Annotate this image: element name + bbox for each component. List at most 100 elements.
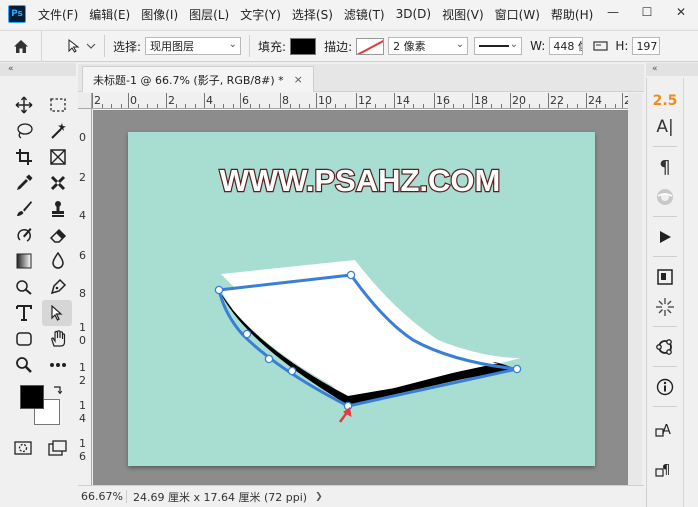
close-tab-icon[interactable]: × [294, 73, 303, 86]
eyedropper-tool[interactable] [12, 172, 36, 194]
horizontal-ruler[interactable]: 20246810121416182022242 [92, 93, 628, 109]
anchor-point[interactable] [242, 329, 252, 339]
ruler-origin[interactable] [78, 93, 92, 109]
home-button[interactable] [0, 30, 42, 62]
chevron-down-icon: ⌄ [455, 39, 465, 50]
crop-tool[interactable] [12, 146, 36, 168]
document-info: 24.69 厘米 x 17.64 厘米 (72 ppi) [133, 490, 308, 504]
ruler-tick [137, 104, 139, 108]
ruler-tick [557, 104, 559, 108]
minimize-button[interactable]: — [596, 0, 630, 24]
panel-scrollbar[interactable] [683, 78, 698, 507]
zoom-tool[interactable] [12, 354, 36, 376]
info-panel-button[interactable] [647, 374, 683, 400]
paragraph-styles-button[interactable]: ¶ [647, 456, 683, 482]
menu-window[interactable]: 窗口(W) [495, 6, 540, 23]
swap-colors-icon[interactable] [52, 385, 62, 395]
vertical-ruler[interactable]: 0 2 4 6 8 1 0 1 2 1 4 1 6 [78, 109, 92, 485]
stroke-type-dropdown[interactable]: ⌄ [474, 37, 523, 55]
document-canvas[interactable]: WWW.PSAHZ.COM [93, 110, 628, 485]
menu-select[interactable]: 选择(S) [292, 6, 333, 23]
maximize-button[interactable]: ☐ [630, 0, 664, 24]
status-arrow-icon[interactable]: ❯ [315, 492, 323, 502]
libraries-panel-button[interactable] [647, 264, 683, 290]
stroke-label: 描边: [324, 39, 353, 54]
select-dropdown[interactable]: 现用图层 ⌄ [145, 37, 242, 55]
character-panel-button[interactable]: A| [647, 114, 683, 140]
menu-type[interactable]: 文字(Y) [240, 6, 281, 23]
ruler-tick [576, 104, 578, 108]
paths-panel-button[interactable] [647, 334, 683, 360]
pen-tool[interactable] [46, 276, 70, 298]
ruler-tick [280, 93, 281, 108]
menu-3d[interactable]: 3D(D) [396, 7, 431, 21]
canvas-workspace[interactable]: WWW.PSAHZ.COM [93, 110, 628, 485]
actions-panel-button[interactable] [647, 224, 683, 250]
glyph-panel-button[interactable] [647, 184, 683, 210]
zoom-level[interactable]: 66.67% [81, 490, 127, 503]
path-selection-tool[interactable] [42, 300, 72, 326]
move-tool[interactable] [12, 94, 36, 116]
stroke-width-dropdown[interactable]: 2 像素 ⌄ [388, 37, 469, 55]
gradient-tool[interactable] [12, 250, 36, 272]
brush-tool[interactable] [12, 198, 36, 220]
status-bar: 66.67% 24.69 厘米 x 17.64 厘米 (72 ppi) ❯ [78, 485, 644, 507]
ruler-tick-label: 2 [79, 171, 86, 184]
info-icon [656, 378, 674, 396]
eraser-tool[interactable] [46, 224, 70, 246]
menu-image[interactable]: 图像(I) [141, 6, 178, 23]
anchor-point[interactable] [287, 366, 297, 376]
frame-tool[interactable] [46, 146, 70, 168]
close-button[interactable]: ✕ [664, 0, 698, 24]
adjustments-panel-button[interactable] [647, 294, 683, 320]
library-icon [657, 269, 673, 285]
stamp-tool[interactable] [46, 198, 70, 220]
document-tab[interactable]: 未标题-1 @ 66.7% (影子, RGB/8#) * × [82, 66, 314, 92]
hand-tool[interactable] [46, 328, 70, 350]
height-field[interactable]: 197 f [632, 37, 661, 55]
magic-wand-tool[interactable] [46, 120, 70, 142]
foreground-color[interactable] [20, 385, 44, 409]
ruler-tick-label: 1 2 [79, 361, 86, 387]
ruler-tick-label: 1 0 [79, 321, 86, 347]
toolbar-collapse-bar[interactable]: « [0, 63, 76, 76]
move-tool-preset[interactable] [68, 39, 96, 53]
menu-filter[interactable]: 滤镜(T) [344, 6, 385, 23]
rectangle-tool[interactable] [12, 328, 36, 350]
stroke-color-swatch[interactable] [356, 37, 385, 55]
menu-edit[interactable]: 编辑(E) [89, 6, 130, 23]
quick-mask-icon[interactable] [14, 441, 32, 455]
anchor-point[interactable] [512, 364, 522, 374]
menu-file[interactable]: 文件(F) [38, 6, 78, 23]
lasso-icon [17, 123, 33, 139]
menu-layer[interactable]: 图层(L) [189, 6, 229, 23]
history-brush-tool[interactable] [12, 224, 36, 246]
lasso-tool[interactable] [12, 120, 36, 142]
more-tools[interactable] [46, 354, 70, 376]
marquee-tool[interactable] [46, 94, 70, 116]
character-styles-button[interactable]: A [647, 416, 683, 442]
panel-collapse-bar[interactable]: « [646, 63, 698, 76]
paragraph-panel-button[interactable]: ¶ [647, 154, 683, 180]
dodge-tool[interactable] [12, 276, 36, 298]
ruler-tick [413, 104, 414, 108]
link-icon[interactable] [593, 40, 609, 52]
width-field[interactable]: 448 像 [549, 37, 584, 55]
menu-view[interactable]: 视图(V) [442, 6, 484, 23]
photoshop-window: Ps 文件(F) 编辑(E) 图像(I) 图层(L) 文字(Y) 选择(S) 滤… [0, 0, 698, 507]
menu-help[interactable]: 帮助(H) [551, 6, 593, 23]
anchor-point[interactable] [214, 285, 224, 295]
fill-color-swatch[interactable] [290, 37, 317, 55]
ruler-tick [375, 104, 376, 108]
vertical-scrollbar[interactable] [628, 93, 642, 485]
type-tool[interactable] [12, 302, 36, 324]
ruler-tick [335, 104, 336, 108]
ruler-tick [92, 93, 93, 108]
anchor-point[interactable] [264, 354, 274, 364]
healing-tool[interactable] [46, 172, 70, 194]
anchor-point[interactable] [346, 270, 356, 280]
screen-mode-icon[interactable] [48, 440, 68, 456]
version-badge: 2.5 [647, 88, 683, 114]
ruler-tick [529, 104, 530, 108]
blur-tool[interactable] [46, 250, 70, 272]
